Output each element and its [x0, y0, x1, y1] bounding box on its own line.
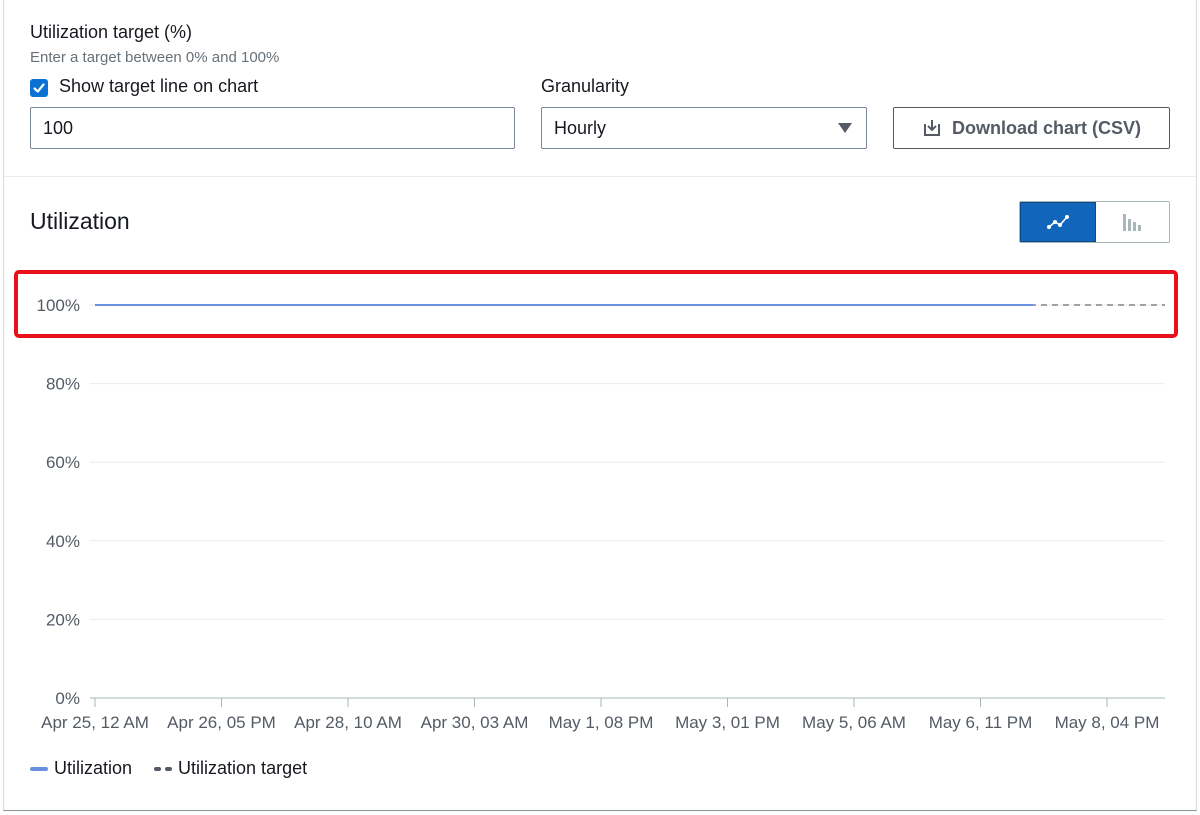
checkmark-icon — [33, 83, 45, 93]
legend-label-utilization: Utilization — [54, 758, 133, 778]
download-csv-button[interactable]: Download chart (CSV) — [893, 107, 1170, 149]
show-target-checkbox[interactable] — [30, 79, 48, 97]
section-title: Utilization — [30, 208, 130, 234]
y-tick-label: 40% — [46, 532, 80, 551]
x-tick-label: Apr 30, 03 AM — [421, 713, 529, 732]
x-tick-label: May 1, 08 PM — [549, 713, 654, 732]
chart-legend: Utilization Utilization target — [30, 758, 307, 779]
bar-chart-icon — [1123, 214, 1142, 231]
x-tick-label: May 5, 06 AM — [802, 713, 906, 732]
target-input-value: 100 — [43, 117, 74, 138]
target-label: Utilization target (%) — [30, 22, 193, 42]
legend-item-utilization: Utilization — [30, 758, 132, 779]
y-tick-label: 0% — [55, 689, 80, 708]
chart-view-toggle — [1019, 201, 1170, 243]
x-tick-label: May 3, 01 PM — [675, 713, 780, 732]
target-input[interactable]: 100 — [30, 107, 515, 149]
show-target-label[interactable]: Show target line on chart — [59, 76, 258, 97]
line-view-button[interactable] — [1020, 202, 1096, 242]
x-tick-label: Apr 25, 12 AM — [41, 713, 149, 732]
legend-swatch-utilization — [30, 766, 48, 771]
x-tick-label: Apr 28, 10 AM — [294, 713, 402, 732]
y-tick-label: 80% — [46, 375, 80, 394]
granularity-select[interactable]: Hourly — [541, 107, 867, 149]
x-tick-label: May 6, 11 PM — [929, 713, 1033, 732]
x-tick-label: May 8, 04 PM — [1055, 713, 1160, 732]
y-tick-label: 60% — [46, 453, 80, 472]
line-chart-icon — [1046, 215, 1069, 229]
section-divider — [4, 176, 1196, 177]
highlight-box — [14, 270, 1178, 338]
legend-swatch-target — [154, 766, 173, 771]
download-icon — [923, 120, 940, 136]
granularity-value: Hourly — [554, 117, 607, 138]
download-csv-label: Download chart (CSV) — [951, 117, 1141, 138]
legend-item-target: Utilization target — [154, 758, 307, 779]
legend-label-target: Utilization target — [178, 758, 308, 778]
y-tick-label: 20% — [46, 610, 80, 629]
granularity-label: Granularity — [541, 76, 630, 96]
target-hint: Enter a target between 0% and 100% — [30, 49, 280, 66]
caret-down-icon — [838, 123, 852, 133]
x-tick-label: Apr 26, 05 PM — [167, 713, 276, 732]
bar-view-button[interactable] — [1096, 202, 1170, 242]
